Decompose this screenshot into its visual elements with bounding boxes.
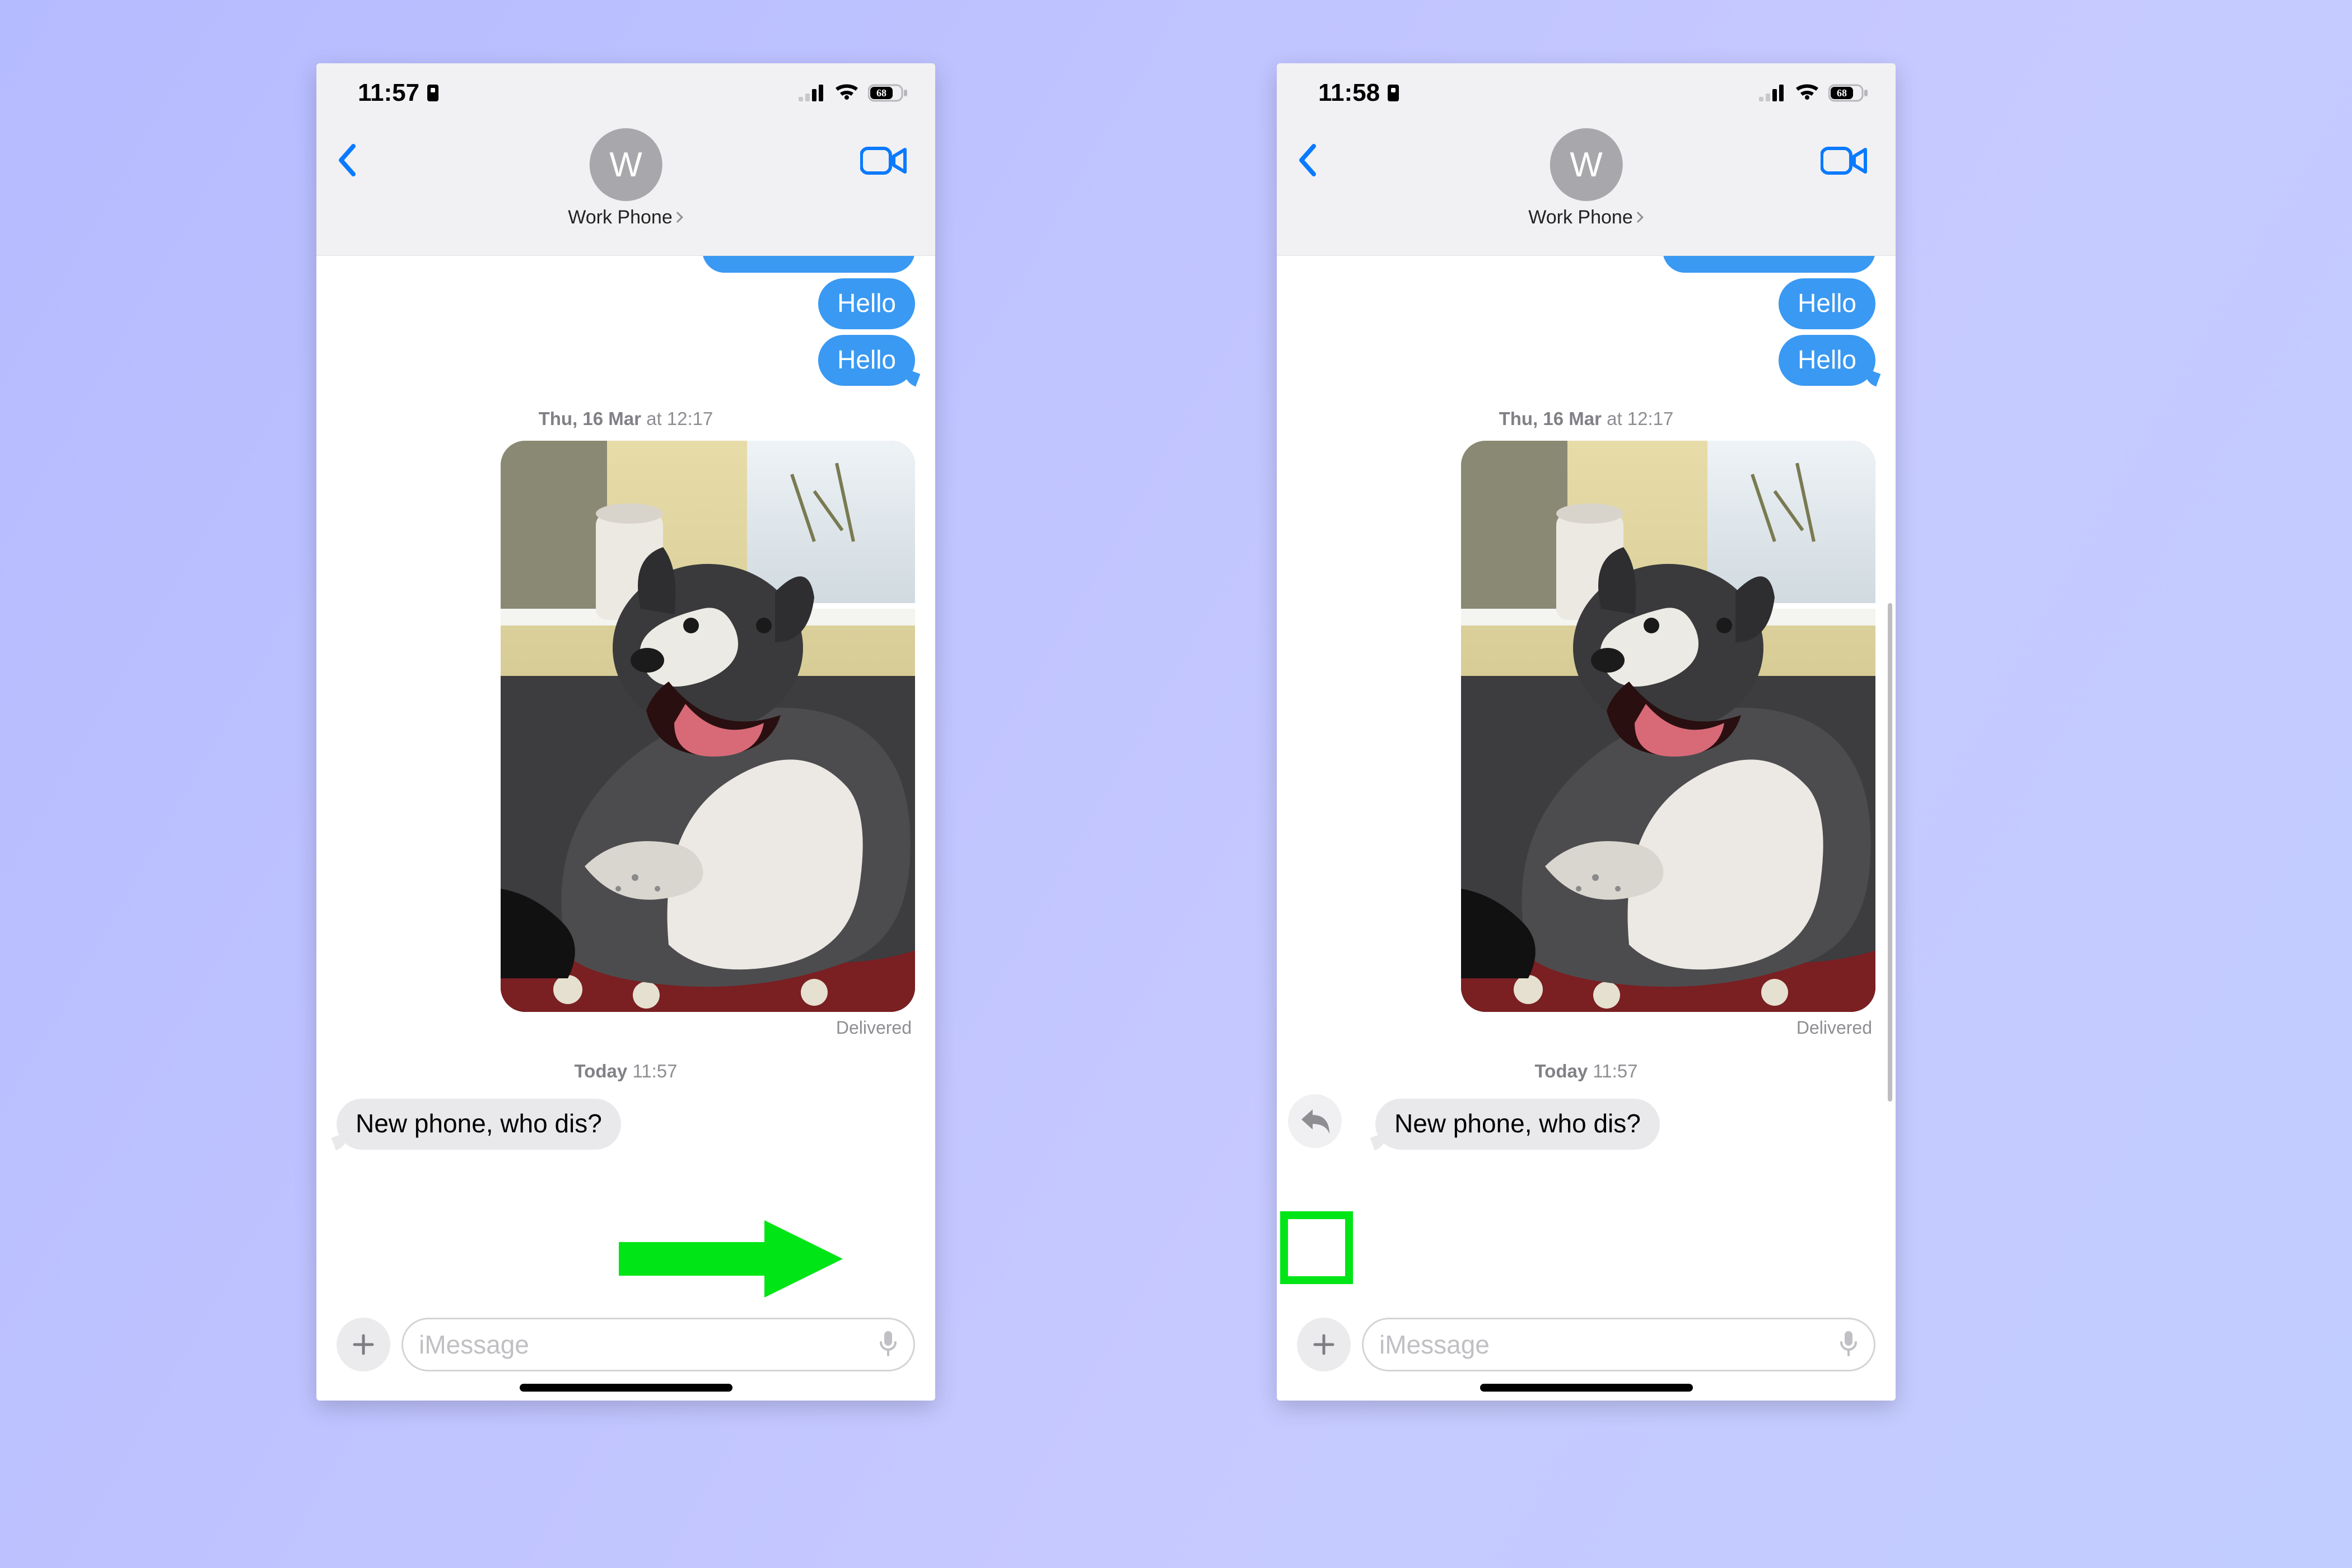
attach-button[interactable] bbox=[337, 1318, 390, 1371]
outgoing-message[interactable]: Hello bbox=[1779, 335, 1875, 386]
message-thread[interactable]: Hello Hello Thu, 16 Mar at 12:17 bbox=[316, 256, 935, 1311]
message-thread[interactable]: Hello Hello Thu, 16 Mar at 12:17 bbox=[1277, 256, 1896, 1311]
scrollbar-indicator bbox=[1888, 603, 1892, 1102]
outgoing-photo-message[interactable] bbox=[1461, 441, 1875, 1012]
chevron-right-icon bbox=[676, 207, 684, 228]
swipe-reply-indicator bbox=[1288, 1094, 1342, 1148]
outgoing-photo-message[interactable] bbox=[501, 441, 915, 1012]
message-input[interactable]: iMessage bbox=[1362, 1318, 1875, 1371]
wifi-icon bbox=[1795, 84, 1819, 102]
status-bar: 11:57 68 bbox=[316, 63, 935, 116]
contact-name: Work Phone bbox=[1528, 207, 1632, 228]
outgoing-message[interactable]: Hello bbox=[1779, 278, 1875, 329]
focus-indicator-icon bbox=[425, 83, 441, 102]
contact-header-button[interactable]: W Work Phone bbox=[1528, 128, 1644, 228]
battery-level: 68 bbox=[1837, 87, 1847, 99]
message-input-placeholder: iMessage bbox=[1379, 1329, 1839, 1360]
status-time: 11:58 bbox=[1318, 79, 1380, 107]
contact-name: Work Phone bbox=[568, 207, 672, 228]
status-time: 11:57 bbox=[358, 79, 419, 107]
facetime-button[interactable] bbox=[860, 145, 907, 179]
battery-icon: 68 bbox=[1828, 83, 1869, 102]
home-indicator[interactable] bbox=[1480, 1384, 1693, 1392]
phone-screenshot-1: 11:57 68 bbox=[316, 63, 935, 1401]
timestamp-divider: Thu, 16 Mar at 12:17 bbox=[1277, 408, 1896, 430]
back-button[interactable] bbox=[337, 143, 357, 180]
conversation-header: W Work Phone bbox=[316, 116, 935, 256]
contact-avatar: W bbox=[1550, 128, 1623, 201]
contact-avatar: W bbox=[590, 128, 662, 201]
message-input[interactable]: iMessage bbox=[402, 1318, 915, 1371]
attach-button[interactable] bbox=[1297, 1318, 1351, 1371]
reply-arrow-icon bbox=[1299, 1107, 1331, 1135]
chevron-right-icon bbox=[1636, 207, 1644, 228]
dictation-icon[interactable] bbox=[1839, 1330, 1858, 1360]
incoming-message[interactable]: New phone, who dis? bbox=[337, 1099, 621, 1150]
outgoing-message[interactable]: Hello bbox=[818, 335, 915, 386]
contact-header-button[interactable]: W Work Phone bbox=[568, 128, 683, 228]
home-indicator[interactable] bbox=[520, 1384, 732, 1392]
wifi-icon bbox=[834, 84, 859, 102]
battery-icon: 68 bbox=[868, 83, 908, 102]
focus-indicator-icon bbox=[1385, 83, 1401, 102]
message-input-placeholder: iMessage bbox=[419, 1329, 879, 1360]
delivery-status: Delivered bbox=[1277, 1012, 1896, 1038]
conversation-header: W Work Phone bbox=[1277, 116, 1896, 256]
phone-screenshot-2: 11:58 68 bbox=[1277, 63, 1896, 1401]
timestamp-divider: Thu, 16 Mar at 12:17 bbox=[316, 408, 935, 430]
cellular-signal-icon bbox=[1759, 85, 1786, 101]
incoming-message[interactable]: New phone, who dis? bbox=[1375, 1099, 1660, 1150]
outgoing-message[interactable]: Hello bbox=[818, 278, 915, 329]
status-bar: 11:58 68 bbox=[1277, 63, 1896, 116]
outgoing-message-partial[interactable] bbox=[1663, 256, 1875, 273]
outgoing-message-partial[interactable] bbox=[702, 256, 915, 273]
facetime-button[interactable] bbox=[1821, 145, 1868, 179]
dictation-icon[interactable] bbox=[879, 1330, 898, 1360]
timestamp-divider: Today 11:57 bbox=[1277, 1061, 1896, 1082]
back-button[interactable] bbox=[1297, 143, 1317, 180]
battery-level: 68 bbox=[876, 87, 886, 99]
delivery-status: Delivered bbox=[316, 1012, 935, 1038]
cellular-signal-icon bbox=[799, 85, 825, 101]
timestamp-divider: Today 11:57 bbox=[316, 1061, 935, 1082]
